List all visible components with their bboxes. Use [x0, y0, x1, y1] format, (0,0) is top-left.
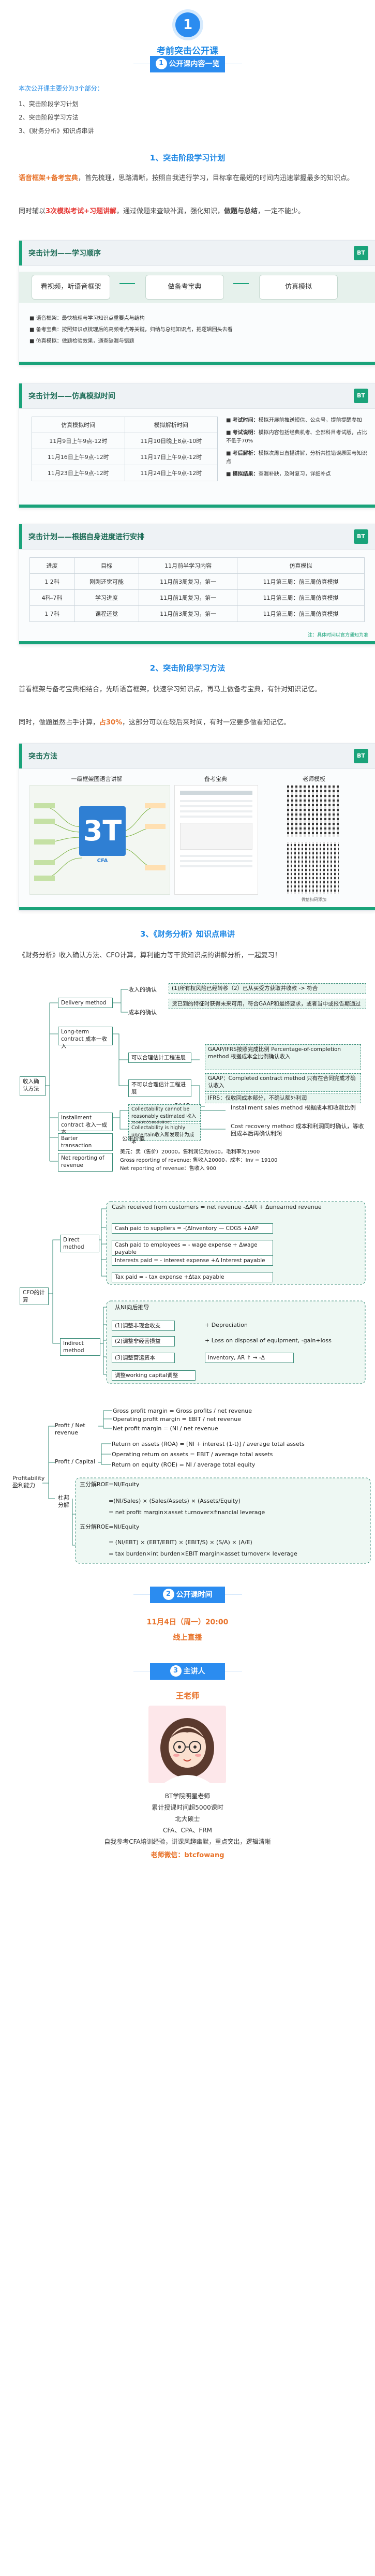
bt-logo-icon: 3T	[79, 806, 126, 856]
mock-time-table: 仿真模拟时间 模拟解析时间 11月9日上午9点-12时 11月10日晚上8点-10时…	[32, 417, 218, 481]
step-box: 做备考宝典	[145, 275, 224, 300]
intro-lead: 本次公开课主要分为3个部分：	[19, 85, 103, 92]
slide-footnote: 注：具体时间以官方通知为准	[307, 633, 368, 638]
long-term-contract-node: Long-term contract 成本一收入	[58, 1027, 113, 1049]
section-title-plan: 1、突击阶段学习计划	[149, 153, 226, 162]
column-title: 一级框架图语言讲解	[71, 776, 123, 782]
completed-contract-note: GAAP：Completed contract method 只有在合同完成才确…	[205, 1073, 361, 1092]
teacher-name: 王老师	[175, 1691, 199, 1700]
section-title-method: 2、突击阶段学习方法	[149, 663, 226, 673]
table-row: 11月23日上午9点-12时 11月24日上午9点-12时	[32, 465, 218, 481]
teacher-wechat: 老师微信：btcfowang	[151, 1852, 224, 1859]
qr-caption: 微信扫码添加	[302, 897, 326, 902]
slide-bullet: ■ 仿真模拟：做题检验效果，通查缺漏与错题	[29, 338, 134, 344]
arrow-icon	[233, 283, 249, 284]
delivery-condition: 货已到的特征时获得未来可用，符合GAAP和最终要求，或者当中或报告期通过	[169, 999, 366, 1009]
table-header: 模拟解析时间	[124, 417, 218, 433]
exam-note: ■ 考后解析：模拟次周日直播讲解，分析共性错误原因与知识点	[226, 451, 367, 465]
course-format: 线上直播	[173, 1634, 202, 1642]
slide-title: 突击计划——学习顺序	[28, 249, 101, 258]
section-title-finance: 3、《财务分析》知识点串讲	[140, 929, 235, 939]
slide-study-method: 突击方法 BT 一级框架图语言讲解 备考宝典 老师模板 3T CFA 微信扫码添加	[19, 743, 375, 911]
completed-contract-note: IFRS：仅收回成本部分，不确认额外利润	[205, 1093, 361, 1103]
step-box: 仿真模拟	[259, 275, 338, 300]
slide-bullet: ■ 语音框架：最快梳理与学习知识点重要点与结构	[29, 316, 145, 321]
cfo-calculation-diagram: CFO的计算 Direct method Indirect method Cas…	[19, 1198, 375, 1391]
arrow-icon	[119, 283, 135, 284]
profitability-root-node: Profitability 盈利能力	[12, 1475, 45, 1489]
slide-progress-plan: 突击计划——根据自身进度进行安排 BT 进度 目标 11月前半学习内容 仿真模拟 1 2…	[19, 524, 375, 645]
percentage-completion-note: GAAP/IFRS按照完成比例 Percentage-of-completion…	[205, 1044, 361, 1070]
indirect-method-node: Indirect method	[60, 1338, 100, 1356]
section-header-time: 2 公开课时间	[0, 1585, 375, 1605]
slide-title: 突击计划——仿真模拟时间	[28, 392, 115, 401]
revenue-root-node: 收入确认方法	[20, 1076, 46, 1096]
profitability-diagram: Profitability 盈利能力 Profit / Net revenue …	[10, 1405, 375, 1566]
exam-note: ■ 考试说明：模拟内容包括经典机考、全部科目考试版，占比不低于70%	[226, 430, 367, 444]
progress-table: 进度 目标 11月前半学习内容 仿真模拟 1 2科 刚刚还觉可能 11月前3周复习，第一 1…	[29, 557, 365, 622]
table-row: 4科-7科 学习进度 11月前1周复习，第一 11月第三周：前三周仿真模拟	[29, 589, 365, 606]
column-title: 老师模板	[303, 776, 325, 782]
bt-logo-icon: BT	[354, 529, 368, 544]
installment-contract-node: Installment contract 收入一成本	[58, 1113, 113, 1135]
table-row: 11月16日上午9点-12时 11月17日上午9点-12时	[32, 449, 218, 465]
intro-item: 3、《财务分析》知识点串讲	[19, 127, 94, 135]
exam-note: ■ 考试时间：模拟开展前推送短信、公众号，提前提醒参加	[226, 418, 362, 423]
slide-title: 突击计划——根据自身进度进行安排	[28, 533, 144, 541]
exam-note: ■ 模拟结果：查漏补缺，及时复习，详细补点	[226, 471, 331, 477]
method-paragraph: 首看框架与备考宝典相结合，先听语音框架，快速学习知识点，再马上做备考宝典，有针对…	[19, 686, 322, 693]
pill-label: 公开课内容一览	[169, 60, 220, 68]
intro-item: 2、突击阶段学习方法	[19, 114, 79, 121]
mindmap-image: 3T CFA	[29, 785, 170, 895]
finance-paragraph: 《财务分析》收入确认方法、CFO计算，算利能力等干货知识点的讲解分析，一起复习！	[19, 952, 281, 959]
course-time: 11月4日（周一）20:00	[146, 1618, 229, 1626]
step-box: 看视频，听语音框架	[32, 275, 110, 300]
method-paragraph: 同时，做题虽然占手计算，占30%，这部分可以在较后来时间，有时一定要多做看知记忆…	[19, 719, 291, 727]
table-row: 1 7科 课程还觉 11月前3周复习，第一 11月第三周：前三周仿真模拟	[29, 605, 365, 622]
slide-title: 突击方法	[28, 752, 57, 761]
slide-study-order: 突击计划——学习顺序 BT 看视频，听语音框架 做备考宝典 仿真模拟 ■ 语音框架…	[19, 240, 375, 365]
bt-logo-icon: BT	[354, 246, 368, 260]
bt-logo-icon: BT	[354, 749, 368, 763]
delivery-method-node: Delivery method	[58, 998, 113, 1008]
pill-number: 1	[155, 58, 167, 69]
plan-paragraph: 语音框架+备考宝典，首先梳理，思路清晰，按照自我进行学习，目标拿在最短的时间内迅…	[19, 174, 354, 182]
barter-transaction-node: Barter transaction	[58, 1133, 113, 1151]
direct-method-node: Direct method	[60, 1235, 99, 1252]
slide-bullet: ■ 备考宝典：按照知识点梳理后的高频考点等关键，归纳与总结知识点，把逻辑回头去看	[29, 327, 233, 333]
revenue-recognition-diagram: 收入确认方法 Delivery method 收入的确认 (1)所有权风险已经转…	[19, 982, 375, 1185]
teacher-avatar	[148, 1706, 226, 1783]
column-title: 备考宝典	[204, 776, 227, 782]
net-reporting-node: Net reporting of revenue	[58, 1153, 113, 1172]
teacher-bio: BT学院明星老师 累计授课时间超5000课时 北大硕士 CFA、CPA、FRM …	[104, 1793, 271, 1845]
cfo-root-node: CFO的计算	[20, 1287, 49, 1305]
handbook-image	[174, 785, 258, 895]
table-header: 仿真模拟时间	[32, 417, 125, 433]
section-header-overview: 1 公开课内容一览	[0, 54, 375, 75]
bt-logo-icon: BT	[354, 389, 368, 403]
section-number-badge: 1	[175, 12, 200, 37]
section-header-speaker: 3 主讲人	[0, 1661, 375, 1682]
delivery-condition: (1)所有权风险已经转移（2）已从买受方获取并收款 -> 符合	[169, 983, 366, 994]
plan-paragraph: 同时辅以3次模拟考试+习题讲解，通过做题来查缺补漏，强化知识，做题与总结，一定不…	[19, 208, 305, 215]
table-row: 11月9日上午9点-12时 11月10日晚上8点-10时	[32, 433, 218, 449]
table-row: 1 2科 刚刚还觉可能 11月前3周复习，第一 11月第三周：前三周仿真模拟	[29, 573, 365, 590]
slide-mock-exam-time: 突击计划——仿真模拟时间 BT 仿真模拟时间 模拟解析时间 11月9日上午9点-12…	[19, 383, 375, 508]
intro-item: 1、突击阶段学习计划	[19, 100, 79, 108]
